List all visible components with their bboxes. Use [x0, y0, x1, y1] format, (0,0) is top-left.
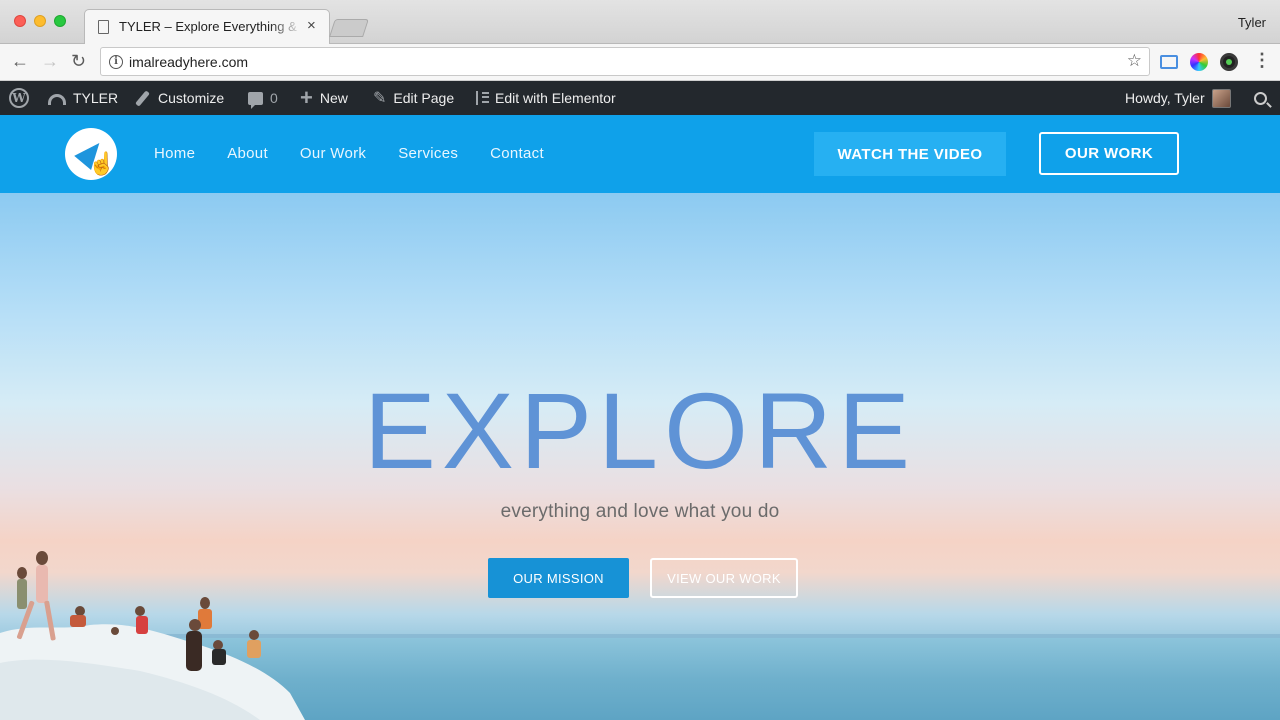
edit-page-link[interactable]: ✎ Edit Page	[373, 81, 454, 115]
main-navigation: Home About Our Work Services Contact	[154, 145, 544, 162]
site-name-menu[interactable]: TYLER	[48, 81, 118, 115]
new-tab-button[interactable]	[329, 19, 369, 37]
browser-titlebar: TYLER – Explore Everything & L × Tyler	[0, 0, 1280, 44]
our-work-button[interactable]: OUR WORK	[1039, 132, 1179, 175]
edit-elementor-label: Edit with Elementor	[495, 90, 616, 106]
customize-label: Customize	[158, 90, 225, 106]
nav-item-home[interactable]: Home	[154, 145, 195, 162]
new-label: New	[319, 90, 348, 106]
screen-capture-extension-icon[interactable]	[1160, 55, 1178, 69]
browser-toolbar: ← → ↻ i imalreadyhere.com ☆ ⋮	[0, 44, 1280, 81]
browser-tab[interactable]: TYLER – Explore Everything & L ×	[84, 9, 330, 44]
bookmark-star-icon[interactable]: ☆	[1127, 51, 1142, 71]
window-maximize-button[interactable]	[54, 15, 66, 27]
comments-link[interactable]: 0	[248, 81, 278, 115]
our-mission-button[interactable]: OUR MISSION	[488, 558, 629, 598]
nav-item-about[interactable]: About	[227, 145, 268, 162]
profile-name[interactable]: Tyler	[1238, 15, 1266, 30]
nav-item-our-work[interactable]: Our Work	[300, 145, 366, 162]
new-content-menu[interactable]: + New	[300, 81, 348, 115]
wp-logo-menu[interactable]: W	[9, 81, 29, 115]
pencil-icon: ✎	[373, 90, 387, 107]
paintbrush-icon	[135, 89, 150, 107]
account-menu[interactable]: Howdy, Tyler	[1125, 81, 1231, 115]
document-icon	[98, 20, 109, 34]
customize-link[interactable]: Customize	[134, 81, 224, 115]
hero-subtitle: everything and love what you do	[500, 501, 780, 522]
wordpress-icon: W	[9, 88, 29, 108]
elementor-icon	[476, 91, 489, 105]
reload-icon[interactable]: ↻	[71, 51, 86, 71]
tab-title-fade	[269, 16, 303, 38]
browser-menu-icon[interactable]: ⋮	[1253, 51, 1271, 69]
tab-close-icon[interactable]: ×	[307, 17, 316, 34]
wp-admin-bar: W TYLER Customize 0 + New ✎ Edit Page Ed…	[0, 81, 1280, 115]
plus-icon: +	[300, 85, 313, 110]
site-header: Home About Our Work Services Contact WAT…	[0, 115, 1280, 193]
forward-arrow-icon[interactable]: →	[41, 51, 59, 71]
dashboard-icon	[48, 93, 66, 105]
hand-cursor-icon: ☝	[88, 151, 116, 176]
edit-with-elementor-link[interactable]: Edit with Elementor	[476, 81, 616, 115]
site-name: TYLER	[73, 90, 119, 106]
camera-extension-icon[interactable]	[1220, 53, 1238, 71]
back-arrow-icon[interactable]: ←	[11, 51, 29, 71]
color-picker-extension-icon[interactable]	[1190, 53, 1208, 71]
watch-video-button[interactable]: WATCH THE VIDEO	[814, 132, 1006, 176]
info-icon[interactable]: i	[109, 55, 123, 69]
hero-title: EXPLORE	[363, 370, 917, 491]
view-our-work-button[interactable]: VIEW OUR WORK	[650, 558, 798, 598]
address-bar[interactable]: i imalreadyhere.com ☆	[100, 47, 1150, 76]
nav-item-services[interactable]: Services	[398, 145, 458, 162]
avatar	[1211, 88, 1231, 108]
comment-bubble-icon	[248, 91, 263, 109]
nav-item-contact[interactable]: Contact	[490, 145, 544, 162]
hero-section: EXPLORE everything and love what you do …	[0, 193, 1280, 720]
url-text[interactable]: imalreadyhere.com	[129, 54, 248, 70]
comments-count: 0	[270, 90, 278, 106]
edit-page-label: Edit Page	[393, 90, 455, 106]
admin-search[interactable]	[1254, 81, 1267, 115]
search-icon	[1254, 91, 1267, 105]
window-minimize-button[interactable]	[34, 15, 46, 27]
howdy-text: Howdy, Tyler	[1125, 90, 1205, 106]
window-close-button[interactable]	[14, 15, 26, 27]
